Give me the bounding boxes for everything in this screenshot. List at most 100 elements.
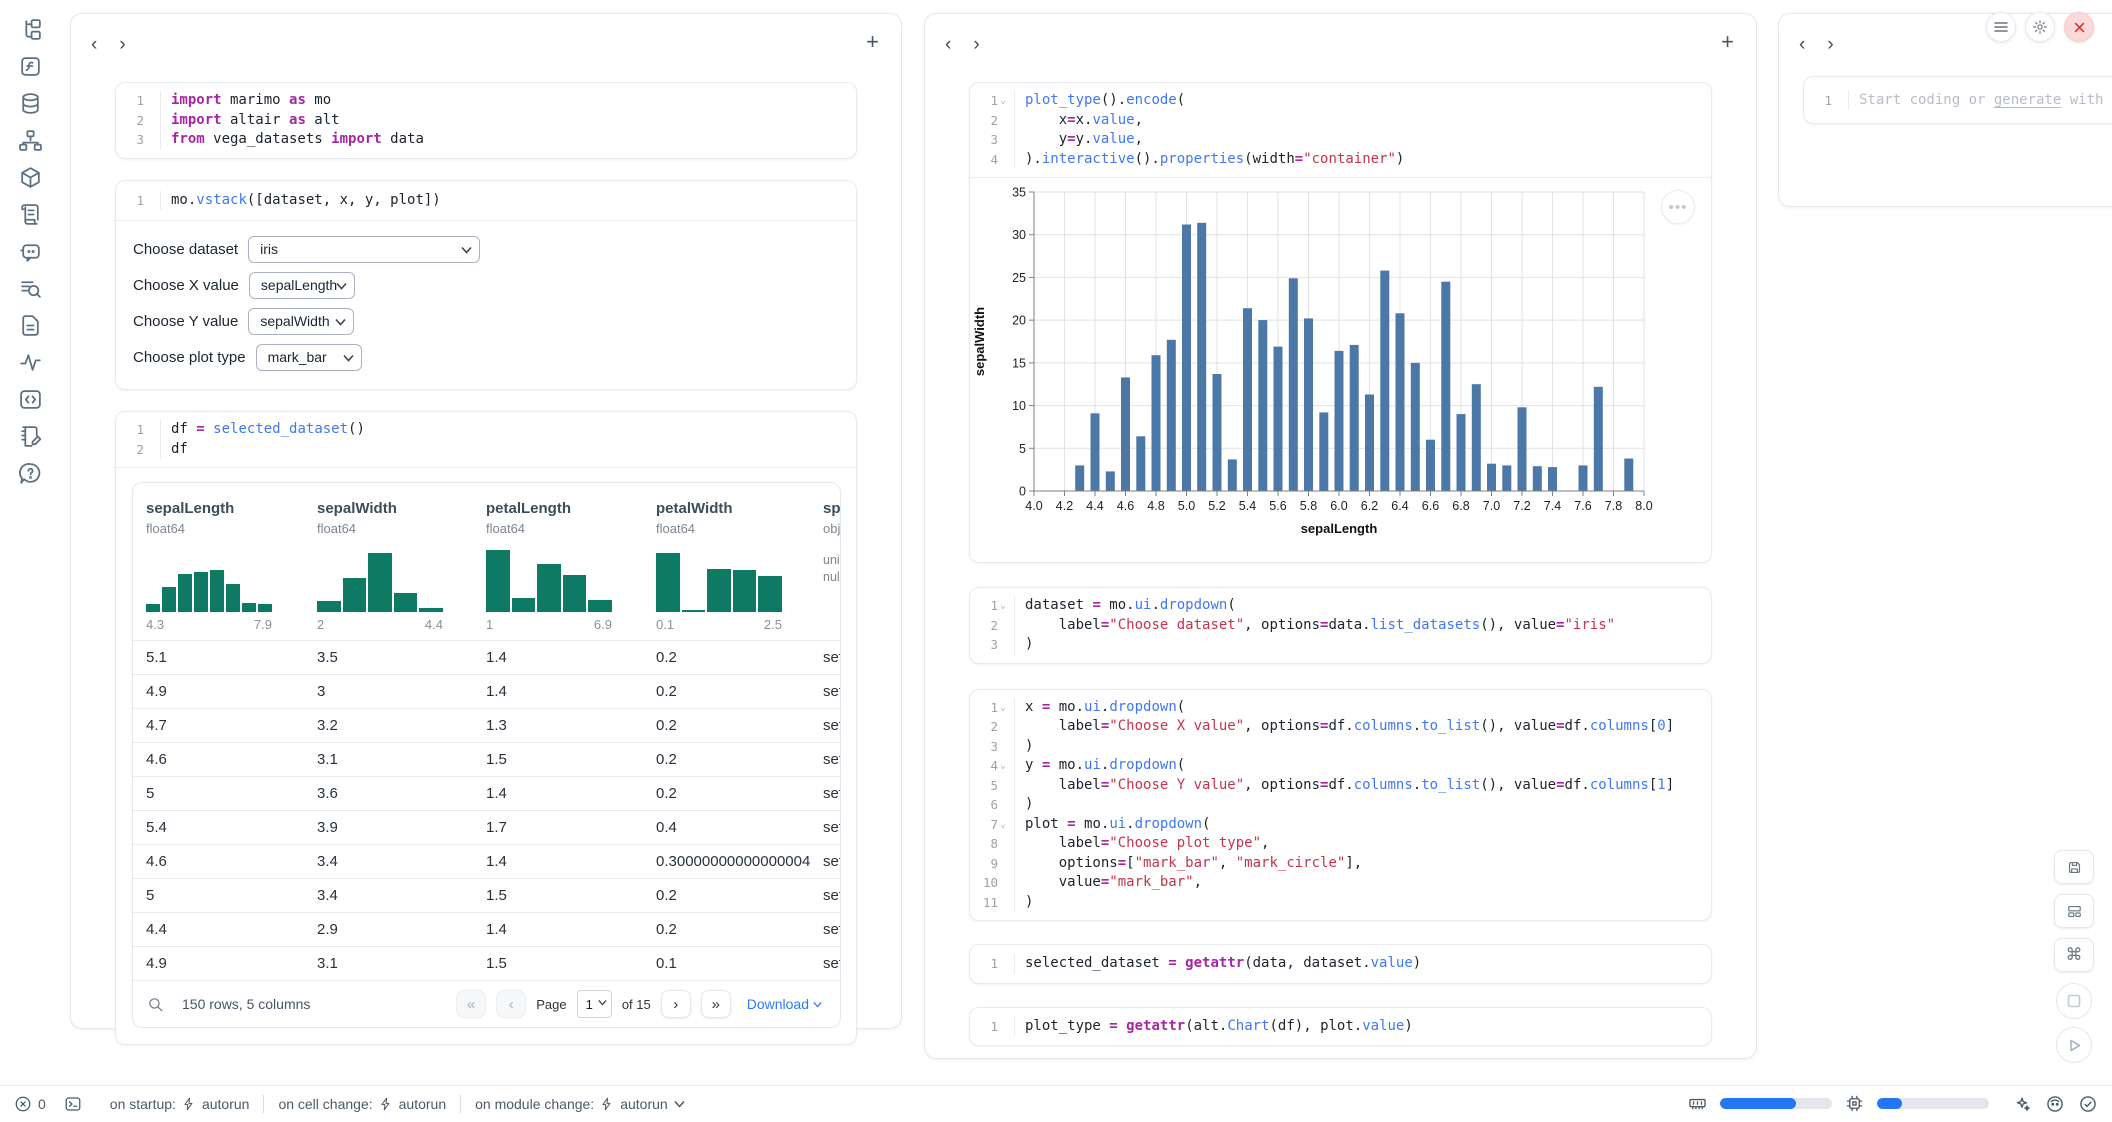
chevron-left-icon[interactable]: ‹	[91, 35, 97, 54]
x-value-select[interactable]: sepalLength	[249, 272, 355, 299]
command-palette-button[interactable]: ⌘	[2054, 938, 2094, 972]
svg-text:6.4: 6.4	[1391, 499, 1408, 513]
table-row[interactable]: 4.73.21.30.2setos	[133, 708, 840, 742]
chevron-down-icon	[674, 1100, 685, 1108]
table-row[interactable]: 4.63.11.50.2setos	[133, 742, 840, 776]
activity-icon[interactable]	[18, 349, 44, 375]
svg-text:7.0: 7.0	[1483, 499, 1500, 513]
table-row[interactable]: 4.42.91.40.2setos	[133, 912, 840, 946]
list-search-icon[interactable]	[18, 275, 44, 301]
plot-type-label: Choose plot type	[133, 349, 246, 366]
y-value-select[interactable]: sepalWidth	[248, 308, 354, 335]
svg-text:5.2: 5.2	[1208, 499, 1225, 513]
generate-link[interactable]: generate	[1994, 92, 2061, 108]
scroll-icon[interactable]	[18, 201, 44, 227]
database-icon[interactable]	[18, 90, 44, 116]
column-range: 16.9	[486, 617, 612, 640]
code-cell-xy-plot-dropdowns: 1⌄234⌄567⌄891011 x = mo.ui.dropdown( lab…	[970, 690, 1711, 921]
stop-button[interactable]	[2056, 983, 2092, 1019]
chevron-down-icon	[335, 318, 346, 326]
settings-gear-button[interactable]	[2025, 12, 2055, 42]
chevron-right-icon[interactable]: ›	[973, 35, 979, 54]
layout-button[interactable]	[2054, 894, 2094, 928]
chevron-left-icon[interactable]: ‹	[1799, 35, 1805, 54]
dataset-select[interactable]: iris	[248, 236, 480, 263]
terminal-button[interactable]	[64, 1095, 82, 1113]
cpu-icon	[1845, 1094, 1864, 1113]
code-editor[interactable]: df = selected_dataset()df	[161, 420, 856, 459]
sepal-bar-chart: 4.04.24.44.64.85.05.25.45.65.86.06.26.46…	[970, 178, 1712, 558]
previous-page-button[interactable]: ‹	[496, 990, 526, 1018]
help-bubble-icon[interactable]	[18, 460, 44, 486]
chevron-left-icon[interactable]: ‹	[945, 35, 951, 54]
file-tree-icon[interactable]	[18, 16, 44, 42]
run-button[interactable]	[2056, 1027, 2092, 1063]
table-row[interactable]: 5.13.51.40.2setos	[133, 640, 840, 674]
save-button[interactable]	[2054, 850, 2094, 884]
svg-text:5.0: 5.0	[1178, 499, 1195, 513]
plot-type-select[interactable]: mark_bar	[256, 344, 362, 371]
code-editor[interactable]: mo.vstack([dataset, x, y, plot])	[161, 191, 856, 211]
code-snippet-icon[interactable]	[18, 386, 44, 412]
chart-actions-button[interactable]: •••	[1661, 190, 1695, 224]
svg-text:7.2: 7.2	[1513, 499, 1530, 513]
function-square-icon[interactable]	[18, 53, 44, 79]
chat-bot-icon[interactable]	[18, 238, 44, 264]
robot-icon[interactable]	[2045, 1094, 2065, 1114]
column-header[interactable]: petalLengthfloat6416.9	[473, 499, 643, 640]
table-row[interactable]: 53.61.40.2setos	[133, 776, 840, 810]
check-circle-icon[interactable]	[2078, 1094, 2098, 1114]
document-icon[interactable]	[18, 312, 44, 338]
table-row[interactable]: 5.43.91.70.4setos	[133, 810, 840, 844]
table-row[interactable]: 4.93.11.50.1setos	[133, 946, 840, 980]
status-bar: 0 on startup: autorun on cell change: au…	[0, 1085, 2112, 1121]
next-page-button[interactable]: ›	[661, 990, 691, 1018]
chevron-right-icon[interactable]: ›	[119, 35, 125, 54]
first-page-button[interactable]: «	[456, 990, 486, 1018]
panel-nav-middle: ‹ › +	[945, 28, 1740, 60]
download-button[interactable]: Download	[741, 995, 828, 1013]
code-editor[interactable]: dataset = mo.ui.dropdown( label="Choose …	[1015, 596, 1711, 655]
error-count-indicator[interactable]: 0	[14, 1095, 46, 1113]
chevron-right-icon[interactable]: ›	[1827, 35, 1833, 54]
code-editor[interactable]: selected_dataset = getattr(data, dataset…	[1015, 954, 1711, 974]
x-value-label: Choose X value	[133, 277, 239, 294]
line-numbers: 12	[116, 420, 161, 459]
sparkles-icon[interactable]	[2012, 1094, 2032, 1114]
column-header[interactable]: petalWidthfloat640.12.5	[643, 499, 810, 640]
code-editor[interactable]: import marimo as moimport altair as altf…	[161, 91, 856, 150]
close-panel-button[interactable]	[2064, 12, 2094, 42]
menu-button[interactable]	[1986, 12, 2016, 42]
error-count: 0	[38, 1096, 46, 1112]
svg-text:6.2: 6.2	[1361, 499, 1378, 513]
table-row[interactable]: 4.63.41.40.30000000000000004setos	[133, 844, 840, 878]
code-editor[interactable]: x = mo.ui.dropdown( label="Choose X valu…	[1015, 698, 1711, 913]
table-row[interactable]: 4.931.40.2setos	[133, 674, 840, 708]
empty-code-cell[interactable]: 1 Start coding or generate with	[1803, 76, 2112, 124]
code-editor[interactable]: plot_type = getattr(alt.Chart(df), plot.…	[1015, 1017, 1711, 1037]
chevron-down-icon	[598, 999, 607, 1006]
on-cell-change-setting[interactable]: on cell change: autorun	[278, 1096, 446, 1112]
table-row[interactable]: 53.41.50.2setos	[133, 878, 840, 912]
add-cell-button[interactable]: +	[1715, 30, 1740, 54]
add-cell-button[interactable]: +	[860, 30, 885, 54]
column-header[interactable]: sepalLengthfloat644.37.9	[133, 499, 304, 640]
dataframe-output: sepalLengthfloat644.37.9sepalWidthfloat6…	[116, 468, 856, 1044]
on-module-change-setting[interactable]: on module change: autorun	[475, 1096, 685, 1112]
code-editor[interactable]: plot_type().encode( x=x.value, y=y.value…	[1015, 91, 1711, 169]
column-header[interactable]: sepalWidthfloat6424.4	[304, 499, 473, 640]
line-numbers: 1⌄234	[970, 91, 1015, 169]
svg-text:5.6: 5.6	[1269, 499, 1286, 513]
page-label: Page	[536, 997, 566, 1012]
notebook-edit-icon[interactable]	[18, 423, 44, 449]
last-page-button[interactable]: »	[701, 990, 731, 1018]
dependency-graph-icon[interactable]	[18, 127, 44, 153]
column-header[interactable]: speciobjecuniqunulls:	[810, 499, 841, 640]
package-icon[interactable]	[18, 164, 44, 190]
search-icon[interactable]	[147, 996, 164, 1013]
code-cell-plot: 1⌄234 plot_type().encode( x=x.value, y=y…	[970, 83, 1711, 177]
on-startup-setting[interactable]: on startup: autorun	[110, 1096, 250, 1112]
x-value-control: Choose X value sepalLength	[133, 271, 856, 299]
page-select[interactable]: 1	[577, 990, 612, 1018]
svg-text:7.6: 7.6	[1574, 499, 1591, 513]
